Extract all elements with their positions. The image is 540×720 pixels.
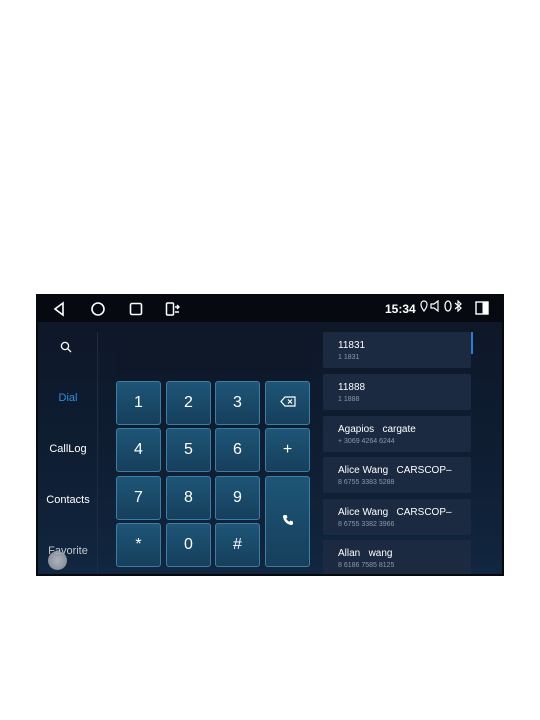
location-icon	[420, 300, 428, 315]
key-6[interactable]: 6	[215, 428, 260, 472]
key-9[interactable]: 9	[215, 476, 260, 520]
contact-name: Agapios cargate	[338, 424, 416, 435]
backspace-button[interactable]	[265, 381, 310, 425]
key-7[interactable]: 7	[116, 476, 161, 520]
key-8[interactable]: 8	[166, 476, 211, 520]
backspace-icon	[279, 394, 296, 412]
sidebar: Dial CallLog Contacts Favorite	[38, 322, 98, 574]
sidebar-item-contacts[interactable]: Contacts	[38, 494, 98, 506]
status-bar: 15:34	[38, 296, 502, 322]
contact-number: + 3069 4264 6244	[338, 438, 395, 445]
key-2[interactable]: 2	[166, 381, 211, 425]
key-5[interactable]: 5	[166, 428, 211, 472]
recents-icon[interactable]	[128, 301, 144, 317]
sidebar-item-calllog[interactable]: CallLog	[38, 443, 98, 455]
contact-name: Alice Wang CARSCOP–	[338, 507, 452, 518]
phone-icon	[282, 513, 294, 531]
contact-item[interactable]: 11888 1 1888	[323, 374, 471, 410]
back-icon[interactable]	[52, 301, 68, 317]
key-0[interactable]: 0	[166, 523, 211, 567]
key-4[interactable]: 4	[116, 428, 161, 472]
screen-mirror-icon[interactable]	[165, 301, 181, 317]
contact-item[interactable]: Alice Wang CARSCOP– 8 6755 3383 5288	[323, 457, 471, 493]
key-plus[interactable]: +	[265, 428, 310, 472]
floating-assistive-button[interactable]	[48, 551, 67, 570]
contact-number: 8 6186 7585 8125	[338, 562, 395, 569]
sidebar-item-dial[interactable]: Dial	[38, 392, 98, 404]
contact-item[interactable]: Agapios cargate + 3069 4264 6244	[323, 416, 471, 452]
key-3[interactable]: 3	[215, 381, 260, 425]
contact-name: 11831	[338, 340, 366, 351]
car-head-unit-screen: 15:34 Dial CallLog Contacts Favorite 1 2…	[36, 294, 504, 576]
sidebar-item-favorite[interactable]: Favorite	[38, 545, 98, 557]
contact-item[interactable]: 11831 1 1831	[323, 332, 471, 368]
home-icon[interactable]	[90, 301, 106, 317]
contact-name: Alice Wang CARSCOP–	[338, 465, 452, 476]
contact-number: 8 6755 3382 3966	[338, 521, 395, 528]
sidebar-divider	[97, 332, 98, 574]
contact-list-scrollbar[interactable]	[471, 332, 473, 354]
bluetooth-icon	[454, 299, 462, 315]
contact-number: 1 1831	[338, 354, 360, 361]
contact-number: 1 1888	[338, 396, 360, 403]
key-star[interactable]: *	[116, 523, 161, 567]
dial-number-display[interactable]	[116, 330, 312, 374]
contact-number: 8 6755 3383 5288	[338, 479, 395, 486]
signal-icon	[444, 300, 452, 315]
search-icon[interactable]	[60, 340, 72, 353]
clock: 15:34	[385, 302, 416, 316]
split-screen-icon[interactable]	[475, 301, 489, 315]
contact-name: 11888	[338, 382, 366, 393]
volume-icon	[430, 299, 442, 315]
key-1[interactable]: 1	[116, 381, 161, 425]
key-hash[interactable]: #	[215, 523, 260, 567]
contact-item[interactable]: Alice Wang CARSCOP– 8 6755 3382 3966	[323, 499, 471, 535]
contact-name: Allan wang	[338, 548, 393, 559]
status-icons	[420, 299, 462, 315]
contact-item[interactable]: Allan wang 8 6186 7585 8125	[323, 540, 471, 574]
call-button[interactable]	[265, 476, 310, 567]
